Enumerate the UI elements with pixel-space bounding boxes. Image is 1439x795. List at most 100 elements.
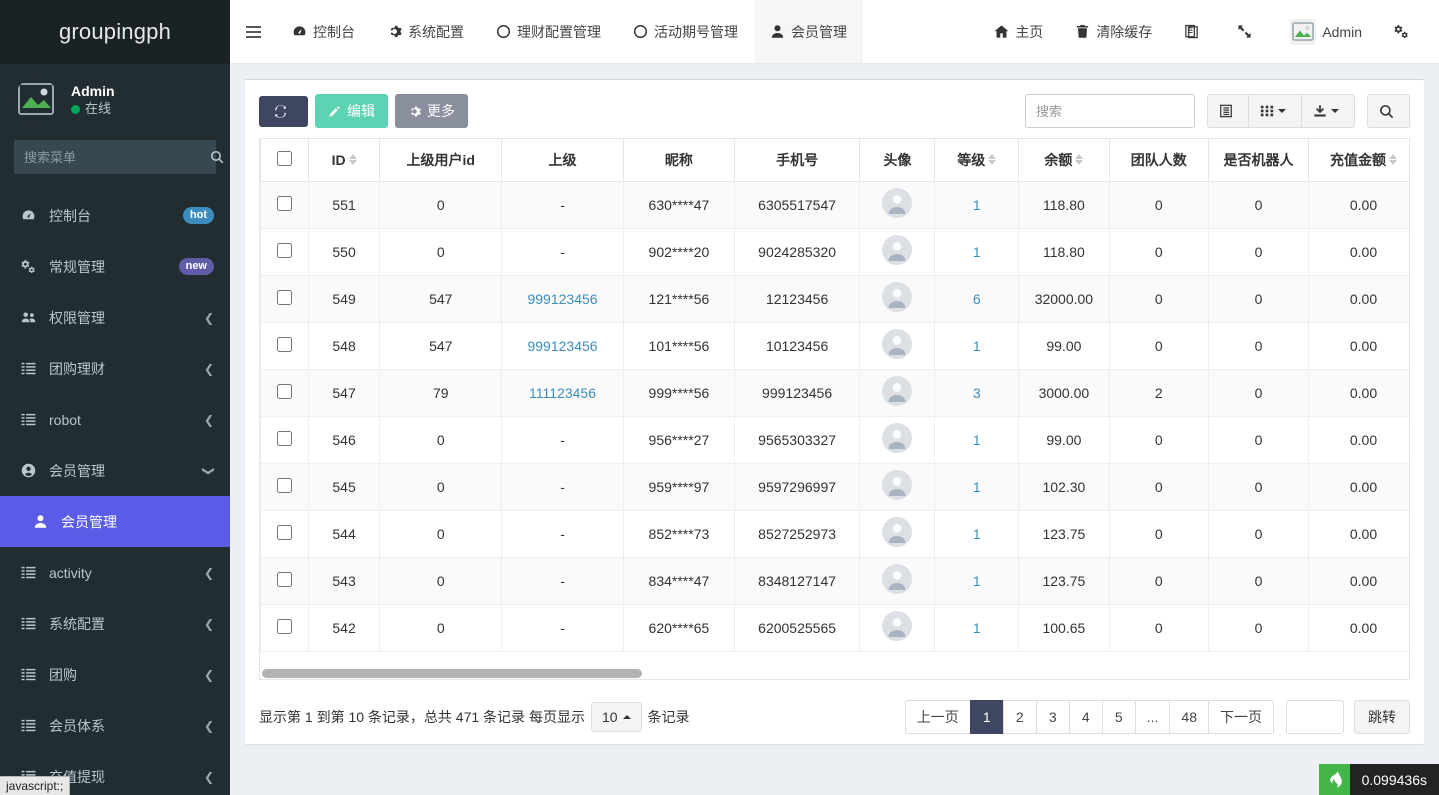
sidebar-search-input[interactable]	[14, 150, 210, 165]
more-button[interactable]: 更多	[395, 94, 468, 128]
table-row[interactable]: 5430-834****4783481271471123.75000.000.0…	[261, 557, 1411, 604]
cell-level[interactable]: 1	[935, 228, 1019, 275]
search-input[interactable]	[1025, 94, 1195, 128]
cell-level[interactable]: 6	[935, 275, 1019, 322]
cell-select[interactable]	[261, 463, 309, 510]
page-button-4[interactable]: 4	[1069, 700, 1102, 734]
debug-toolbar[interactable]: 0.099436s	[1319, 764, 1439, 795]
tab-2[interactable]: 理财配置管理	[480, 0, 617, 63]
brand-logo[interactable]: groupingph	[0, 0, 230, 64]
page-button-3[interactable]: 3	[1036, 700, 1069, 734]
horizontal-scrollbar[interactable]	[259, 667, 1410, 680]
table-row[interactable]: 549547999123456121****5612123456632000.0…	[261, 275, 1411, 322]
cell-level[interactable]: 1	[935, 416, 1019, 463]
cell-select[interactable]	[261, 181, 309, 228]
advanced-search-button[interactable]	[1367, 94, 1410, 128]
row-checkbox[interactable]	[277, 572, 292, 587]
cell-level[interactable]: 1	[935, 557, 1019, 604]
sidebar-item-2[interactable]: 权限管理❮	[0, 292, 230, 343]
sidebar-item-1[interactable]: 常规管理new	[0, 241, 230, 292]
jump-page-input[interactable]	[1286, 700, 1344, 734]
cell-level[interactable]: 1	[935, 604, 1019, 651]
row-checkbox[interactable]	[277, 525, 292, 540]
col-header-recharge[interactable]: 充值金额	[1309, 139, 1410, 181]
page-button-48[interactable]: 48	[1169, 700, 1208, 734]
sidebar-item-7[interactable]: activity❮	[0, 547, 230, 598]
page-button-5[interactable]: 5	[1102, 700, 1135, 734]
table-row[interactable]: 54779111123456999****5699912345633000.00…	[261, 369, 1411, 416]
user-icon	[33, 514, 48, 529]
sidebar-item-6[interactable]: 会员管理	[0, 496, 230, 547]
next-page-button[interactable]: 下一页	[1208, 700, 1274, 734]
sidebar-item-8[interactable]: 系统配置❮	[0, 598, 230, 649]
export-dropdown-button[interactable]	[1301, 94, 1355, 128]
row-checkbox[interactable]	[277, 619, 292, 634]
row-checkbox[interactable]	[277, 243, 292, 258]
cell-select[interactable]	[261, 275, 309, 322]
table-row[interactable]: 5460-956****279565303327199.00000.000.00…	[261, 416, 1411, 463]
prev-page-button[interactable]: 上一页	[905, 700, 970, 734]
tab-1[interactable]: 系统配置	[371, 0, 480, 63]
table-row[interactable]: 5420-620****6562005255651100.65000.000.0…	[261, 604, 1411, 651]
cell-select[interactable]	[261, 557, 309, 604]
nav-action-0[interactable]: 主页	[978, 0, 1059, 63]
cell-select[interactable]	[261, 604, 309, 651]
col-header-id[interactable]: ID	[308, 139, 380, 181]
paginate-toggle-button[interactable]	[1207, 94, 1248, 128]
table-scroll-container[interactable]: ID上级用户id上级昵称手机号头像等级余额团队人数是否机器人充值金额提现金额邀请…	[259, 138, 1410, 667]
sidebar-item-4[interactable]: robot❮	[0, 394, 230, 445]
nav-action-3[interactable]	[1221, 0, 1274, 63]
sidebar-item-5[interactable]: 会员管理❯	[0, 445, 230, 496]
scrollbar-thumb[interactable]	[262, 669, 642, 678]
cell-select[interactable]	[261, 228, 309, 275]
jump-button[interactable]: 跳转	[1354, 700, 1410, 734]
columns-dropdown-button[interactable]	[1248, 94, 1301, 128]
sidebar-item-10[interactable]: 会员体系❮	[0, 700, 230, 751]
table-row[interactable]: 5450-959****9795972969971102.30000.000.0…	[261, 463, 1411, 510]
cell-select[interactable]	[261, 369, 309, 416]
refresh-button[interactable]	[259, 96, 308, 127]
cell-select[interactable]	[261, 416, 309, 463]
cell-parent[interactable]: 999123456	[502, 275, 624, 322]
cell-level[interactable]: 1	[935, 322, 1019, 369]
sidebar-item-3[interactable]: 团购理财❮	[0, 343, 230, 394]
cell-select[interactable]	[261, 510, 309, 557]
cell-parent[interactable]: 111123456	[502, 369, 624, 416]
sidebar-item-0[interactable]: 控制台hot	[0, 190, 230, 241]
sidebar-toggle-button[interactable]	[230, 0, 276, 63]
row-checkbox[interactable]	[277, 290, 292, 305]
table-row[interactable]: 5440-852****7385272529731123.75000.000.0…	[261, 510, 1411, 557]
nav-action-5[interactable]	[1378, 0, 1431, 63]
page-button-...[interactable]: ...	[1135, 700, 1170, 734]
nav-action-1[interactable]: 清除缓存	[1059, 0, 1168, 63]
col-header-balance[interactable]: 余额	[1019, 139, 1110, 181]
nav-action-4[interactable]: Admin	[1274, 0, 1378, 63]
table-row[interactable]: 548547999123456101****5610123456199.0000…	[261, 322, 1411, 369]
table-row[interactable]: 5510-630****4763055175471118.80000.000.0…	[261, 181, 1411, 228]
sidebar-search[interactable]	[14, 140, 216, 174]
tab-4[interactable]: 会员管理	[754, 0, 863, 63]
cell-select[interactable]	[261, 322, 309, 369]
table-row[interactable]: 5500-902****2090242853201118.80000.000.0…	[261, 228, 1411, 275]
search-icon[interactable]	[210, 140, 224, 174]
row-checkbox[interactable]	[277, 196, 292, 211]
cell-level[interactable]: 3	[935, 369, 1019, 416]
row-checkbox[interactable]	[277, 478, 292, 493]
row-checkbox[interactable]	[277, 337, 292, 352]
sidebar-item-9[interactable]: 团购❮	[0, 649, 230, 700]
nav-action-2[interactable]	[1168, 0, 1221, 63]
row-checkbox[interactable]	[277, 431, 292, 446]
cell-parent[interactable]: 999123456	[502, 322, 624, 369]
cell-level[interactable]: 1	[935, 463, 1019, 510]
cell-level[interactable]: 1	[935, 181, 1019, 228]
page-size-dropdown[interactable]: 10	[591, 702, 642, 732]
tab-0[interactable]: 控制台	[276, 0, 371, 63]
tab-3[interactable]: 活动期号管理	[617, 0, 754, 63]
col-header-level[interactable]: 等级	[935, 139, 1019, 181]
page-button-1[interactable]: 1	[970, 700, 1003, 734]
select-all-checkbox[interactable]	[277, 151, 292, 166]
cell-level[interactable]: 1	[935, 510, 1019, 557]
row-checkbox[interactable]	[277, 384, 292, 399]
edit-button[interactable]: 编辑	[315, 94, 388, 128]
page-button-2[interactable]: 2	[1003, 700, 1036, 734]
